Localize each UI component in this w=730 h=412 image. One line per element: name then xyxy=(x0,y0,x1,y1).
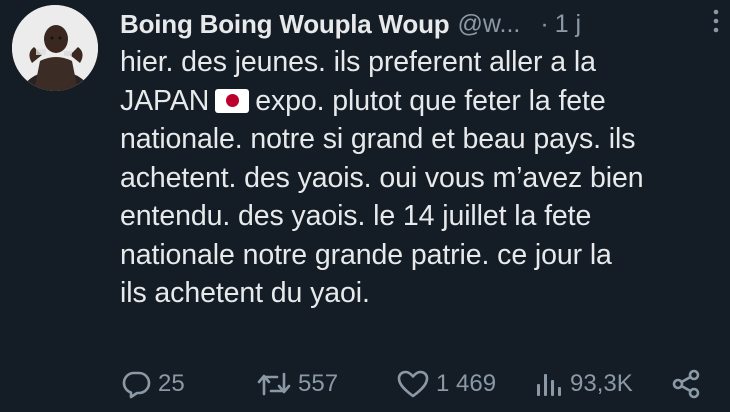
heart-icon xyxy=(396,368,430,400)
display-name[interactable]: Boing Boing Woupla Woup xyxy=(120,9,450,40)
tweet-line-segment: expo. plutot que feter la fete xyxy=(255,84,606,117)
more-vertical-icon[interactable] xyxy=(704,6,728,36)
views-count: 93,3K xyxy=(570,370,633,397)
user-handle[interactable]: @w... xyxy=(457,10,520,39)
reply-button[interactable]: 25 xyxy=(120,364,185,404)
share-button[interactable] xyxy=(670,364,702,404)
separator-dot: · xyxy=(540,9,549,38)
views-button[interactable]: 93,3K xyxy=(534,364,633,404)
tweet-line: achetent. des yaois. oui vous m’avez bie… xyxy=(120,161,644,194)
tweet-line: nationale notre grande patrie. ce jour l… xyxy=(120,238,612,271)
retweet-button[interactable]: 557 xyxy=(256,364,338,404)
action-bar: 25 557 1 469 93,3K xyxy=(120,364,710,404)
retweet-icon xyxy=(256,368,292,400)
tweet-line: entendu. des yaois. le 14 juillet la fet… xyxy=(120,200,592,232)
tweet-line: JAPAN expo. plutot que feter la fete xyxy=(120,82,720,121)
reply-count: 25 xyxy=(158,370,185,397)
avatar[interactable] xyxy=(12,5,98,91)
like-button[interactable]: 1 469 xyxy=(396,364,496,404)
tweet-line: nationale. notre si grand et beau pays. … xyxy=(120,123,636,155)
japan-flag-icon xyxy=(215,88,250,113)
tweet-word: JAPAN xyxy=(120,84,210,117)
tweet-line: hier. des jeunes. ils preferent aller a … xyxy=(120,46,596,78)
retweet-count: 557 xyxy=(298,370,339,397)
tweet-card[interactable]: Boing Boing Woupla Woup @w... · 1 j hier… xyxy=(0,0,730,412)
like-count: 1 469 xyxy=(436,370,497,397)
views-chart-icon xyxy=(534,368,564,400)
tweet-text: hier. des jeunes. ils preferent aller a … xyxy=(120,43,720,313)
timestamp[interactable]: 1 j xyxy=(555,10,581,39)
tweet-header: Boing Boing Woupla Woup @w... · 1 j xyxy=(120,4,712,44)
share-icon xyxy=(670,368,702,400)
reply-bubble-icon xyxy=(120,368,152,400)
tweet-line: ils achetent du yaoi. xyxy=(120,277,370,309)
